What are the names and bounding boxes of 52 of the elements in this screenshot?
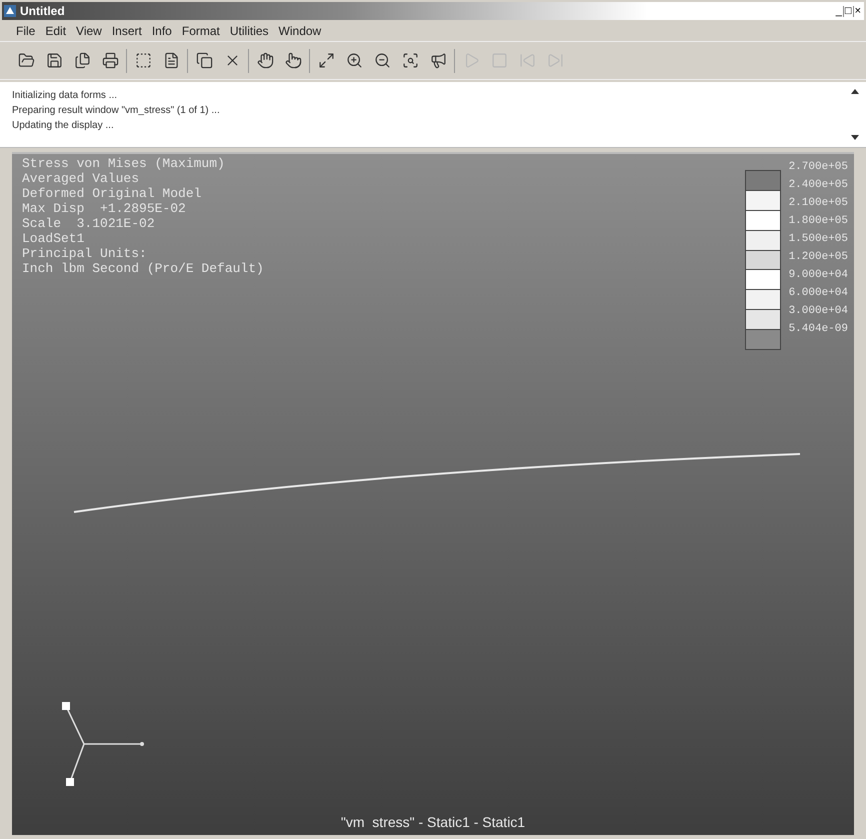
frame-icon bbox=[134, 52, 152, 69]
legend-value: 6.000e+04 bbox=[788, 286, 848, 301]
result-info-line: LoadSet1 bbox=[22, 231, 86, 246]
hand-icon bbox=[256, 52, 274, 69]
window-control[interactable]: × bbox=[854, 6, 862, 16]
window-control[interactable]: _ bbox=[834, 6, 844, 16]
refit-icon bbox=[402, 52, 418, 69]
pointer-icon bbox=[284, 52, 302, 69]
legend-value: 5.404e-09 bbox=[788, 322, 848, 337]
result-info-line: Max Disp +1.2895E-02 bbox=[22, 201, 187, 216]
result-info-line: Stress von Mises (Maximum) bbox=[22, 156, 226, 171]
legend-value: 2.400e+05 bbox=[788, 178, 848, 193]
save-icon bbox=[46, 52, 62, 69]
result-info-line: Averaged Values bbox=[22, 171, 140, 186]
result-caption: "vm stress" - Static1 - Static1 bbox=[340, 813, 526, 832]
folder-icon bbox=[18, 52, 34, 69]
log-message: Updating the display ... bbox=[12, 119, 115, 133]
document-icon bbox=[162, 52, 180, 69]
legend-value: 2.100e+05 bbox=[788, 196, 848, 211]
files-icon bbox=[74, 52, 90, 69]
menu-item[interactable]: View bbox=[76, 22, 102, 40]
copy-icon bbox=[196, 52, 212, 69]
zoom-in-icon bbox=[346, 52, 362, 69]
legend-value: 1.500e+05 bbox=[788, 232, 848, 247]
legend-value: 9.000e+04 bbox=[788, 268, 848, 283]
result-info-line: Deformed Original Model bbox=[22, 186, 202, 201]
print-icon bbox=[102, 52, 118, 69]
stop-icon bbox=[490, 52, 508, 69]
app-icon bbox=[4, 5, 16, 17]
legend-value: 1.200e+05 bbox=[788, 250, 848, 265]
skip-back-icon bbox=[518, 52, 536, 69]
skip-forward-icon bbox=[546, 52, 564, 69]
menu-item[interactable]: Info bbox=[152, 22, 172, 40]
result-info-line: Inch lbm Second (Pro/E Default) bbox=[22, 261, 264, 276]
log-message: Initializing data forms ... bbox=[12, 89, 118, 103]
menu-item[interactable]: Utilities bbox=[230, 22, 269, 40]
scroll-down-icon[interactable] bbox=[850, 133, 860, 141]
result-info-line: Principal Units: bbox=[22, 246, 148, 261]
menu-item[interactable]: Insert bbox=[112, 22, 142, 40]
menu-item[interactable]: Edit bbox=[45, 22, 66, 40]
result-info-line: Scale 3.1021E-02 bbox=[22, 216, 156, 231]
log-message: Preparing result window "vm_stress" (1 of 1) ... bbox=[12, 104, 221, 118]
menu-item[interactable]: File bbox=[16, 22, 36, 40]
window-title: Untitled bbox=[20, 3, 65, 20]
legend-value: 1.800e+05 bbox=[788, 214, 848, 229]
legend-value: 3.000e+04 bbox=[788, 304, 848, 319]
zoom-out-icon bbox=[374, 52, 390, 69]
menu-item[interactable]: Format bbox=[182, 22, 220, 40]
scroll-up-icon[interactable] bbox=[850, 88, 860, 96]
menu-item[interactable]: Window bbox=[278, 22, 322, 40]
legend-value: 2.700e+05 bbox=[788, 160, 848, 175]
window-control[interactable]: □ bbox=[844, 6, 854, 16]
